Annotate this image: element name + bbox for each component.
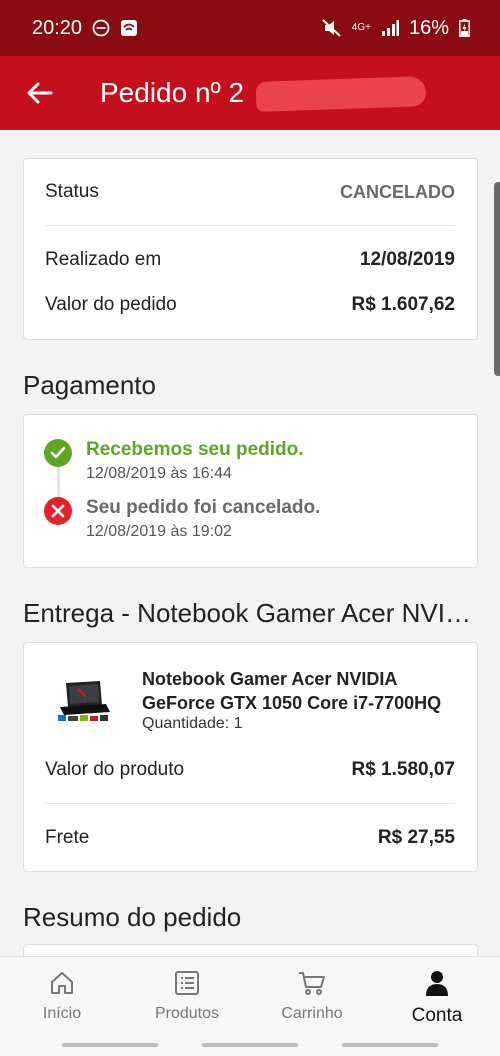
status-row: Status CANCELADO — [24, 159, 477, 225]
payment-section-title: Pagamento — [23, 370, 156, 400]
delivery-section-title: Entrega - Notebook Gamer Acer NVIDIA GeF… — [23, 598, 478, 628]
shipping-row: Frete R$ 27,55 — [24, 821, 477, 855]
nav-label: Carrinho — [281, 1005, 343, 1022]
nav-products[interactable]: Produtos — [132, 969, 242, 1023]
timeline-step-title: Recebemos seu pedido. — [86, 439, 304, 460]
order-summary-card: Status CANCELADO Realizado em 12/08/2019… — [23, 158, 478, 340]
delivery-card[interactable]: Notebook Gamer Acer NVIDIA GeForce GTX 1… — [23, 642, 478, 872]
timeline-step: Recebemos seu pedido. 12/08/2019 às 16:4… — [44, 439, 304, 483]
payment-timeline-card: Recebemos seu pedido. 12/08/2019 às 16:4… — [23, 414, 478, 568]
nav-home[interactable]: Início — [7, 969, 117, 1023]
timeline-step-date: 12/08/2019 às 16:44 — [86, 465, 232, 482]
timeline-step: Seu pedido foi cancelado. 12/08/2019 às … — [44, 497, 320, 541]
nav-label: Conta — [411, 1005, 463, 1026]
gesture-bar-left — [62, 1043, 158, 1047]
shipping-value: R$ 27,55 — [377, 827, 455, 848]
battery-percent: 16% — [408, 16, 449, 39]
order-date-row: Realizado em 12/08/2019 — [24, 226, 477, 290]
arrow-left-icon — [27, 82, 53, 104]
mute-icon — [322, 19, 342, 37]
order-date-label: Realizado em — [45, 249, 162, 270]
gesture-bar-center — [202, 1043, 298, 1047]
app-bar: Pedido nº 2 — [0, 56, 500, 130]
page-title: Pedido nº 2 — [100, 76, 427, 113]
timeline-step-date: 12/08/2019 às 19:02 — [86, 523, 232, 540]
order-number: 2 — [228, 76, 245, 108]
order-total-row: Valor do pedido R$ 1.607,62 — [24, 290, 477, 320]
order-summary-section-title: Resumo do pedido — [23, 902, 242, 932]
product-value: R$ 1.580,07 — [351, 759, 455, 780]
do-not-disturb-icon — [92, 19, 110, 37]
check-circle-icon — [44, 439, 72, 467]
timeline-step-title: Seu pedido foi cancelado. — [86, 497, 321, 518]
nav-account[interactable]: Conta — [382, 969, 492, 1027]
notification-app-icon — [120, 19, 138, 37]
error-circle-icon — [44, 497, 72, 525]
nav-label: Produtos — [154, 1005, 220, 1022]
divider — [45, 803, 455, 804]
battery-charging-icon — [459, 19, 470, 37]
status-bar: 20:20 4G+ 16% — [0, 0, 500, 56]
nav-cart[interactable]: Carrinho — [257, 969, 367, 1023]
person-icon — [426, 971, 448, 996]
status-badge: CANCELADO — [340, 181, 455, 202]
nav-label: Início — [42, 1005, 82, 1022]
home-icon — [51, 972, 73, 994]
network-type-icon: 4G+ — [351, 22, 371, 33]
back-button[interactable] — [10, 63, 70, 123]
gesture-bar-right — [342, 1043, 438, 1047]
notebook-product-image — [58, 681, 110, 721]
shipping-label: Frete — [45, 827, 90, 848]
order-date-value: 12/08/2019 — [359, 249, 455, 270]
clock: 20:20 — [32, 16, 83, 39]
product-value-row: Valor do produto R$ 1.580,07 — [24, 753, 477, 787]
order-total-value: R$ 1.607,62 — [351, 294, 455, 315]
status-label: Status — [45, 181, 99, 202]
product-value-label: Valor do produto — [45, 759, 185, 780]
product-quantity: Quantidade: 1 — [142, 715, 243, 732]
order-total-label: Valor do pedido — [45, 294, 177, 315]
signal-icon — [381, 20, 399, 36]
redaction-scribble — [255, 76, 427, 113]
cart-icon — [299, 972, 325, 995]
product-name[interactable]: Notebook Gamer Acer NVIDIA GeForce GTX 1… — [142, 667, 454, 715]
list-icon — [175, 971, 199, 995]
scrollbar[interactable] — [494, 182, 500, 376]
bottom-navigation: Início Produtos Carrinho Conta — [0, 956, 500, 1056]
